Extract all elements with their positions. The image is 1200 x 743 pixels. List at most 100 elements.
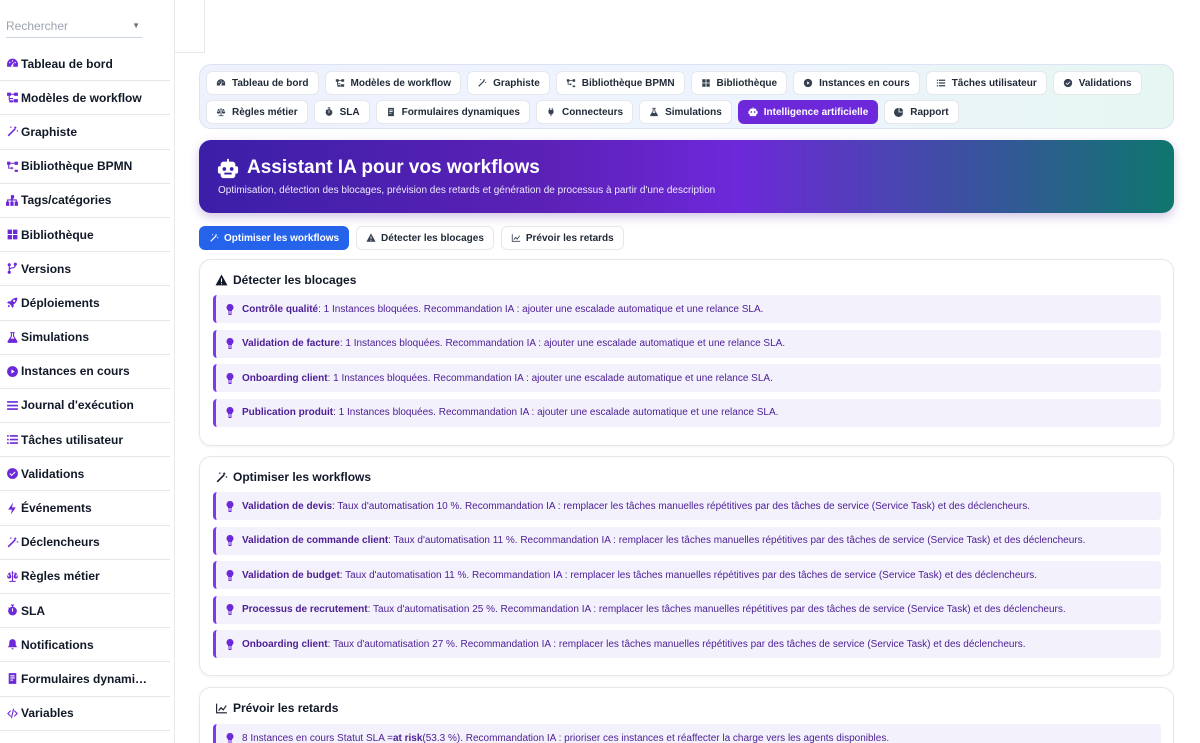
sidebar-item-label: Variables [21, 706, 74, 721]
tab-taches-utilisateur[interactable]: Tâches utilisateur [925, 71, 1047, 95]
list-item: Validation de budget : Taux d'automatisa… [213, 561, 1161, 589]
workflow-name: Contrôle qualité [242, 303, 319, 315]
tab-regles-metier[interactable]: Règles métier [206, 100, 308, 124]
tab-instances-en-cours[interactable]: Instances en cours [793, 71, 920, 95]
robot-icon [217, 158, 239, 180]
optimiser-card: Optimiser les workflows Validation de de… [199, 456, 1174, 676]
tab-bibliotheque-bpmn[interactable]: Bibliothèque BPMN [555, 71, 685, 95]
optimiser-title: Optimiser les workflows [233, 470, 372, 484]
lightbulb-icon [226, 535, 235, 547]
sidebar-item-label: Modèles de workflow [21, 90, 142, 105]
sidebar-nav: Tableau de bord Modèles de workflow Graphi… [0, 47, 170, 731]
form-icon [5, 672, 19, 686]
code-icon [5, 706, 19, 720]
recommendation-text: : 1 Instances bloquées. Recommandation I… [333, 407, 779, 418]
button-label: Prévoir les retards [525, 232, 614, 244]
dashboard-icon [5, 57, 19, 71]
sidebar-item-regles-metier[interactable]: Règles métier [0, 560, 170, 594]
sidebar-item-formulaires-dynami[interactable]: Formulaires dynami… [0, 662, 170, 697]
list-item: Validation de commande client : Taux d'a… [213, 526, 1161, 555]
sidebar-item-versions[interactable]: Versions [0, 252, 170, 287]
sidebar-item-variables[interactable]: Variables [0, 697, 170, 731]
sidebar-item-label: Règles métier [21, 569, 100, 584]
tab-bibliotheque[interactable]: Bibliothèque [690, 71, 788, 95]
sidebar-item-label: Validations [21, 466, 85, 481]
tags-icon [5, 193, 19, 207]
list-item: Publication produit : 1 Instances bloqué… [213, 398, 1161, 427]
sidebar-item-evenements[interactable]: Événements [0, 491, 170, 526]
workflow-icon [5, 91, 19, 105]
sidebar-item-bibliotheque-bpmn[interactable]: Bibliothèque BPMN [0, 150, 170, 184]
sidebar-item-label: Notifications [21, 637, 94, 652]
tab-formulaires-dynamiques[interactable]: Formulaires dynamiques [375, 100, 530, 124]
flask-icon [5, 330, 19, 344]
pie-icon [893, 106, 905, 118]
stopwatch-icon [5, 604, 19, 618]
sidebar-item-tags-categories[interactable]: Tags/catégories [0, 184, 170, 218]
tab-connecteurs[interactable]: Connecteurs [535, 100, 634, 124]
lightbulb-icon [226, 372, 235, 384]
sidebar-item-modeles-de-workflow[interactable]: Modèles de workflow [0, 81, 170, 116]
sidebar-item-validations[interactable]: Validations [0, 457, 170, 492]
check-circle-icon [5, 467, 19, 481]
search-input[interactable] [6, 16, 124, 36]
wand-icon [5, 125, 19, 139]
tasks-icon [5, 433, 19, 447]
tab-label: Intelligence artificielle [763, 106, 869, 118]
sidebar-item-sla[interactable]: SLA [0, 594, 170, 629]
button-label: Optimiser les workflows [224, 232, 340, 244]
sidebar-item-label: Tags/catégories [21, 193, 112, 208]
recommendation-text: : Taux d'automatisation 27 %. Recommanda… [327, 638, 1026, 650]
lightbulb-icon [226, 500, 235, 512]
tab-modeles-de-workflow[interactable]: Modèles de workflow [324, 71, 462, 95]
optimiser-les-workflows-button[interactable]: Optimiser les workflows [199, 226, 350, 250]
form-icon [385, 106, 397, 118]
sidebar-item-label: Tâches utilisateur [21, 432, 124, 447]
blocages-card-title: Détecter les blocages [214, 273, 356, 287]
sidebar-item-label: Versions [21, 261, 72, 276]
optimiser-card-title: Optimiser les workflows [214, 470, 371, 484]
sidebar-item-label: Graphiste [21, 124, 78, 139]
sidebar-item-tableau-de-bord[interactable]: Tableau de bord [0, 47, 170, 82]
sidebar-item-label: Déclencheurs [21, 535, 100, 550]
sidebar-item-journal-d-execution[interactable]: Journal d'exécution [0, 389, 170, 424]
tab-intelligence-artificielle[interactable]: Intelligence artificielle [737, 100, 879, 124]
sidebar-item-deploiements[interactable]: Déploiements [0, 286, 170, 321]
workflow-name: Validation de budget [242, 569, 340, 581]
sidebar-item-instances-en-cours[interactable]: Instances en cours [0, 355, 170, 389]
tab-sla[interactable]: SLA [313, 100, 370, 124]
lightbulb-icon [226, 407, 235, 419]
wand-icon [209, 233, 220, 244]
sidebar-item-declencheurs[interactable]: Déclencheurs [0, 526, 170, 560]
tab-label: Graphiste [493, 77, 540, 89]
sidebar-item-bibliotheque[interactable]: Bibliothèque [0, 218, 170, 253]
recommendation-text: : Taux d'automatisation 11 %. Recommanda… [339, 569, 1038, 581]
chevron-down-icon[interactable]: ▼ [132, 21, 140, 30]
search-box[interactable]: ▼ [6, 16, 142, 38]
sidebar-item-notifications[interactable]: Notifications [0, 628, 170, 663]
prevoir-les-retards-button[interactable]: Prévoir les retards [500, 226, 624, 250]
workflow-name: Publication produit [242, 407, 334, 418]
tab-label: Règles métier [232, 106, 298, 118]
stopwatch-icon [323, 106, 335, 118]
sidebar-item-graphiste[interactable]: Graphiste [0, 115, 170, 150]
sidebar-item-simulations[interactable]: Simulations [0, 321, 170, 355]
lightbulb-icon [226, 338, 235, 350]
sidebar-item-label: SLA [21, 603, 45, 618]
sidebar-item-label: Déploiements [21, 295, 100, 310]
sidebar-item-taches-utilisateur[interactable]: Tâches utilisateur [0, 423, 170, 458]
list-item: Onboarding client : 1 Instances bloquées… [213, 364, 1161, 392]
top-panel [175, 0, 205, 53]
tab-validations[interactable]: Validations [1052, 71, 1142, 95]
detecter-les-blocages-button[interactable]: Détecter les blocages [356, 226, 494, 250]
recommendation-text: : 1 Instances bloquées. Recommandation I… [339, 338, 786, 349]
tab-rapport[interactable]: Rapport [884, 100, 959, 124]
warning-icon [214, 273, 228, 287]
grid-icon [700, 77, 712, 89]
check-circle-icon [1062, 77, 1074, 89]
tab-simulations[interactable]: Simulations [639, 100, 732, 124]
tab-row-1: Tableau de bord Modèles de workflow Graphi… [206, 71, 1167, 95]
tab-graphiste[interactable]: Graphiste [467, 71, 550, 95]
lightbulb-icon [226, 303, 235, 315]
tab-tableau-de-bord[interactable]: Tableau de bord [206, 71, 319, 95]
